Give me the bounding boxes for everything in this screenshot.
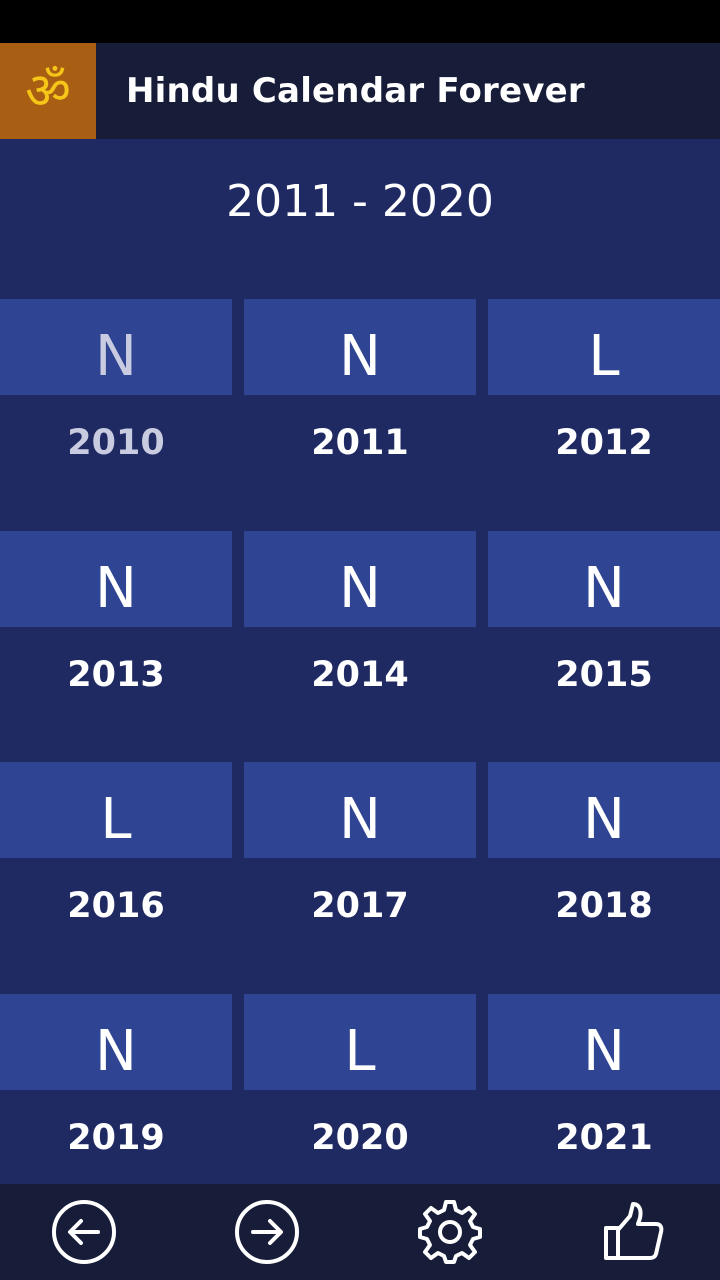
year-tile[interactable]: N 2014 [244,531,476,741]
app-screen: ॐ Hindu Calendar Forever 2011 - 2020 N 20… [0,0,720,1280]
year-type-letter: L [488,299,720,395]
year-tile[interactable]: N 2018 [488,762,720,972]
year-tile[interactable]: N 2011 [244,299,476,509]
year-label: 2021 [555,1118,653,1158]
year-type-letter: L [0,762,232,858]
year-label: 2020 [311,1118,409,1158]
settings-button[interactable] [416,1198,484,1266]
year-type-letter: N [0,994,232,1090]
app-bar [0,1184,720,1280]
arrow-right-circle-icon [235,1200,299,1264]
year-tile[interactable]: N 2017 [244,762,476,972]
year-label: 2019 [67,1118,165,1158]
year-label: 2013 [67,655,165,695]
year-label: 2012 [555,423,653,463]
decade-range-label: 2011 - 2020 [226,176,494,227]
thumbs-up-icon [604,1202,664,1260]
year-type-letter: N [488,994,720,1090]
app-title: Hindu Calendar Forever [126,71,585,111]
year-type-letter: N [488,531,720,627]
year-type-letter: N [244,762,476,858]
year-tile[interactable]: N 2019 [0,994,232,1204]
om-logo-icon: ॐ [0,43,96,139]
year-tile[interactable]: L 2012 [488,299,720,509]
gear-icon [418,1200,482,1264]
year-tile[interactable]: L 2016 [0,762,232,972]
year-tile[interactable]: N 2021 [488,994,720,1204]
year-label: 2014 [311,655,409,695]
year-type-letter: N [244,531,476,627]
next-button[interactable] [233,1198,301,1266]
status-bar [0,0,720,43]
year-type-letter: N [488,762,720,858]
app-header: ॐ Hindu Calendar Forever [0,43,720,139]
year-tile[interactable]: L 2020 [244,994,476,1204]
like-button[interactable] [600,1198,668,1266]
year-type-letter: N [0,299,232,395]
year-label: 2010 [67,423,165,463]
year-label: 2011 [311,423,409,463]
previous-button[interactable] [50,1198,118,1266]
year-label: 2015 [555,655,653,695]
year-type-letter: N [0,531,232,627]
year-type-letter: L [244,994,476,1090]
year-tile[interactable]: N 2015 [488,531,720,741]
om-symbol: ॐ [25,62,71,120]
year-type-letter: N [244,299,476,395]
year-label: 2018 [555,886,653,926]
arrow-left-circle-icon [52,1200,116,1264]
year-tile[interactable]: N 2010 [0,299,232,509]
year-label: 2017 [311,886,409,926]
year-tile[interactable]: N 2013 [0,531,232,741]
year-label: 2016 [67,886,165,926]
